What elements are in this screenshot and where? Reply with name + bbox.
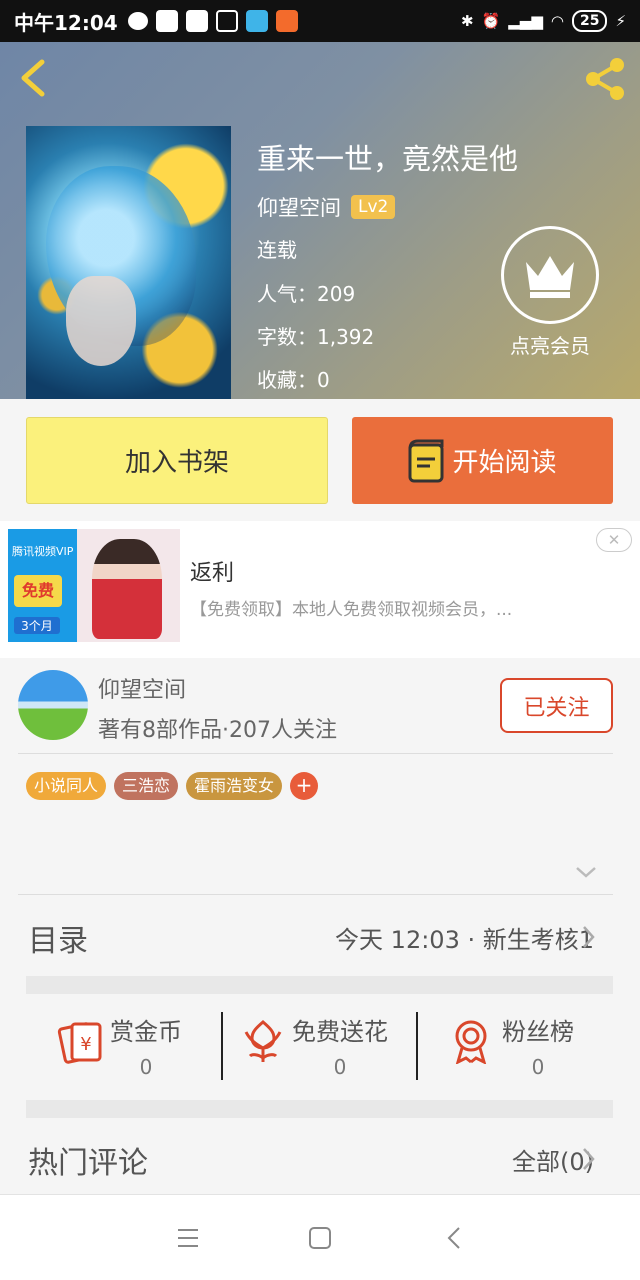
author-section-name[interactable]: 仰望空间 [98, 672, 186, 704]
crown-icon [501, 226, 599, 324]
chevron-right-icon [583, 926, 595, 948]
section-separator [26, 976, 613, 994]
divider [18, 753, 613, 754]
system-nav-bar [0, 1194, 640, 1280]
share-button[interactable] [580, 54, 630, 104]
mi-store-icon [185, 10, 208, 32]
popularity: 人气：209 [257, 282, 356, 306]
alarm-icon: ⏰ [481, 12, 501, 30]
start-reading-label: 开始阅读 [452, 448, 557, 478]
wechat-icon [127, 12, 148, 30]
svg-text:¥: ¥ [80, 1034, 91, 1055]
ad-image-top-text: 腾讯视频VIP [12, 545, 74, 558]
stats-row: ¥ 赏金币 0 免费送花 0 粉丝榜 0 [0, 994, 640, 1100]
reward-coins-value: 0 [139, 1055, 153, 1079]
ad-close-button[interactable]: ✕ [596, 528, 632, 552]
medal-icon [455, 1020, 487, 1064]
ad-description: 【免费领取】本地人免费领取视频会员，... [190, 600, 513, 620]
home-button[interactable] [305, 1223, 335, 1253]
reward-coins-label: 赏金币 [110, 1018, 182, 1046]
book-cover[interactable] [26, 126, 231, 399]
tag-item[interactable]: 霍雨浩变女 [186, 772, 283, 800]
alipay-icon [215, 10, 238, 32]
charging-icon: ⚡ [615, 12, 626, 30]
hot-comments-title: 热门评论 [28, 1146, 148, 1181]
signal-icon: ▂▄▆ [508, 12, 543, 30]
fan-ranking-label: 粉丝榜 [502, 1018, 574, 1046]
word-count: 字数：1,392 [257, 325, 375, 349]
nav-back-button[interactable] [440, 1223, 470, 1253]
catalog-row[interactable]: 目录 今天 12:03 · 新生考核1 [0, 898, 640, 976]
chevron-right-icon [583, 1148, 595, 1170]
back-icon [447, 1227, 460, 1249]
play-store-icon [155, 10, 178, 32]
battery-icon: 25 [571, 10, 608, 32]
book-icon [408, 439, 444, 482]
tag-list: 小说同人 三浩恋 霍雨浩变女 + [26, 772, 319, 800]
menu-button[interactable] [173, 1223, 203, 1253]
menu-icon [178, 1229, 198, 1247]
section-separator [26, 1100, 613, 1118]
mi-icon [275, 10, 298, 32]
author-row: 仰望空间 Lv2 [257, 192, 396, 222]
fan-ranking-value: 0 [531, 1055, 545, 1079]
favorites-count: 收藏：0 [257, 368, 330, 392]
share-icon [586, 58, 624, 100]
follow-button[interactable]: 已关注 [500, 678, 613, 733]
book-header: 重来一世，竟然是他 仰望空间 Lv2 连载 人气：209 字数：1,392 收藏… [0, 42, 640, 399]
red-envelope-icon: ¥ [57, 1022, 102, 1064]
fan-ranking[interactable]: 粉丝榜 0 [450, 1012, 574, 1082]
send-flower[interactable]: 免费送花 0 [242, 1012, 388, 1082]
send-flower-value: 0 [333, 1055, 347, 1079]
catalog-title: 目录 [28, 924, 88, 959]
ad-banner[interactable]: 腾讯视频VIP 免费 3个月 返利 【免费领取】本地人免费领取视频会员，... … [0, 521, 640, 658]
add-to-shelf-button[interactable]: 加入书架 [26, 417, 328, 504]
ad-image-months: 3个月 [14, 617, 60, 634]
close-icon: ✕ [607, 531, 621, 549]
tag-item[interactable]: 三浩恋 [114, 772, 179, 800]
app-icon [245, 10, 268, 32]
wifi-icon: ◠ [550, 12, 564, 30]
hot-comments-row[interactable]: 热门评论 全部(0) [0, 1118, 640, 1194]
ad-image[interactable]: 腾讯视频VIP 免费 3个月 [8, 529, 180, 642]
vip-label: 点亮会员 [510, 334, 590, 358]
send-flower-label: 免费送花 [292, 1018, 388, 1046]
tag-item[interactable]: 小说同人 [26, 772, 107, 800]
ad-image-badge: 免费 [14, 575, 62, 607]
author-stats: 著有8部作品·207人关注 [98, 718, 337, 743]
serial-status: 连载 [257, 238, 297, 262]
back-arrow-icon [21, 59, 45, 97]
status-time: 中午12:04 [14, 10, 118, 35]
avatar[interactable] [18, 670, 88, 740]
latest-chapter[interactable]: 今天 12:03 · 新生考核1 [335, 920, 594, 955]
add-tag-button[interactable]: + [290, 772, 319, 800]
bluetooth-icon: ✱ [461, 12, 474, 30]
action-bar: 加入书架 开始阅读 [0, 399, 640, 521]
flower-icon [244, 1020, 282, 1062]
author-name[interactable]: 仰望空间 [257, 192, 341, 222]
vip-button[interactable]: 点亮会员 [500, 226, 600, 359]
start-reading-button[interactable]: 开始阅读 [352, 417, 613, 504]
status-bar: 中午12:04 ✱ ⏰ ▂▄▆ ◠ 25 ⚡ [0, 0, 640, 42]
reward-coins[interactable]: ¥ 赏金币 0 [56, 1012, 182, 1082]
book-title: 重来一世，竟然是他 [257, 142, 519, 176]
home-icon [309, 1227, 331, 1249]
level-badge: Lv2 [351, 195, 396, 219]
ad-title: 返利 [190, 561, 235, 586]
chevron-down-icon[interactable] [574, 864, 598, 880]
back-button[interactable] [14, 56, 54, 100]
author-section: 仰望空间 著有8部作品·207人关注 已关注 小说同人 三浩恋 霍雨浩变女 + [0, 658, 640, 898]
